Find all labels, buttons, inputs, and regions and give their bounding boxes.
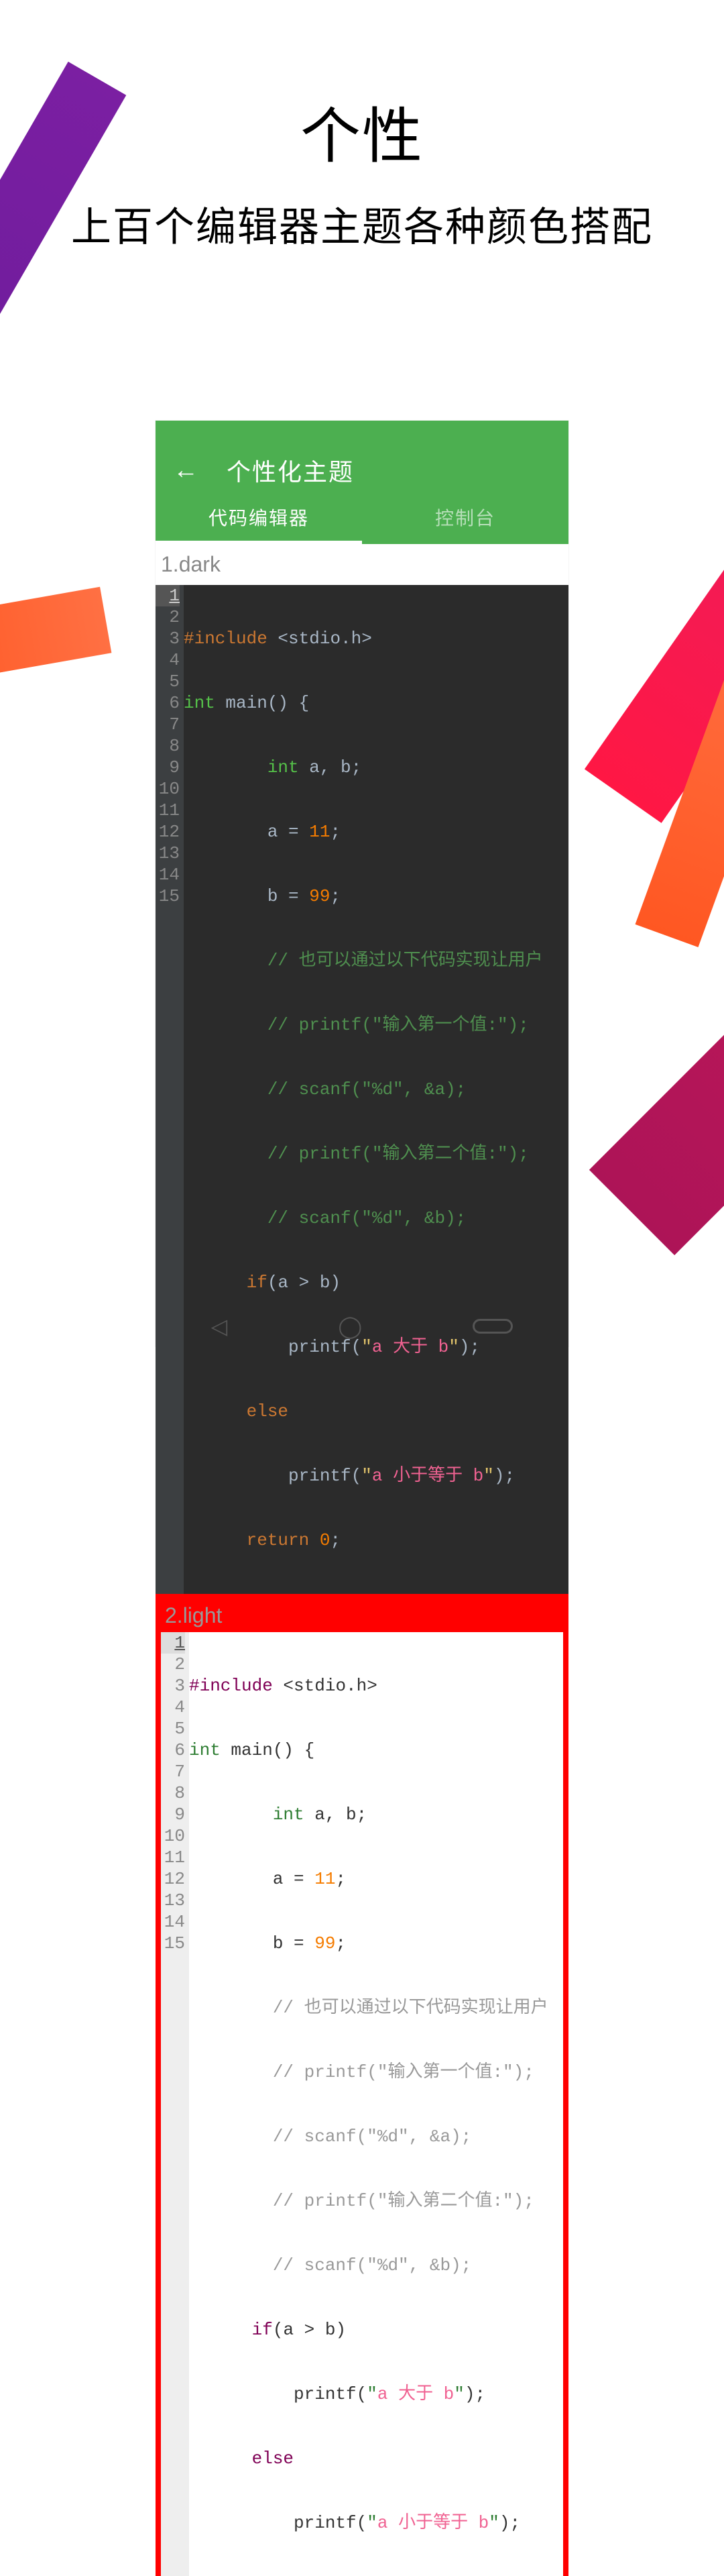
gutter-light: 1 2 3 4 5 6 7 8 9 10 11 12 13 14 15 [161,1632,189,2576]
tab-editor[interactable]: 代码编辑器 [156,500,362,544]
code-lines-light: #include <stdio.h> int main() { int a, b… [189,1632,563,2576]
back-arrow-icon[interactable]: ← [173,456,198,485]
headline: 个性 上百个编辑器主题各种颜色搭配 [0,87,724,253]
tabs: 代码编辑器 控制台 [156,500,568,544]
android-navbar: ◁ ◯ [156,1306,568,1346]
decor-stripe-orange-1 [0,587,111,688]
tab-console[interactable]: 控制台 [362,500,568,544]
code-preview-light: 1 2 3 4 5 6 7 8 9 10 11 12 13 14 15 #inc… [161,1632,563,2576]
headline-subtitle: 上百个编辑器主题各种颜色搭配 [0,195,724,253]
code-preview-light-wrap[interactable]: 2.light 1 2 3 4 5 6 7 8 9 10 11 12 13 14… [156,1594,568,2576]
nav-home-icon[interactable]: ◯ [338,1313,362,1339]
code-preview-dark[interactable]: 1 2 3 4 5 6 7 8 9 10 11 12 13 14 15 #inc… [156,585,568,1594]
gutter-dark: 1 2 3 4 5 6 7 8 9 10 11 12 13 14 15 [156,585,184,1594]
theme-label-light: 2.light [161,1599,563,1632]
code-lines-dark: #include <stdio.h> int main() { int a, b… [184,585,568,1594]
phone-frame: ← 个性化主题 代码编辑器 控制台 1.dark 1 2 3 4 5 6 7 8… [156,421,568,1346]
nav-back-icon[interactable]: ◁ [211,1313,228,1339]
appbar: ← 个性化主题 代码编辑器 控制台 [156,421,568,544]
headline-title: 个性 [0,87,724,174]
nav-recents-icon[interactable] [473,1319,513,1334]
theme-label-dark: 1.dark [156,544,568,585]
appbar-title: 个性化主题 [227,453,354,488]
